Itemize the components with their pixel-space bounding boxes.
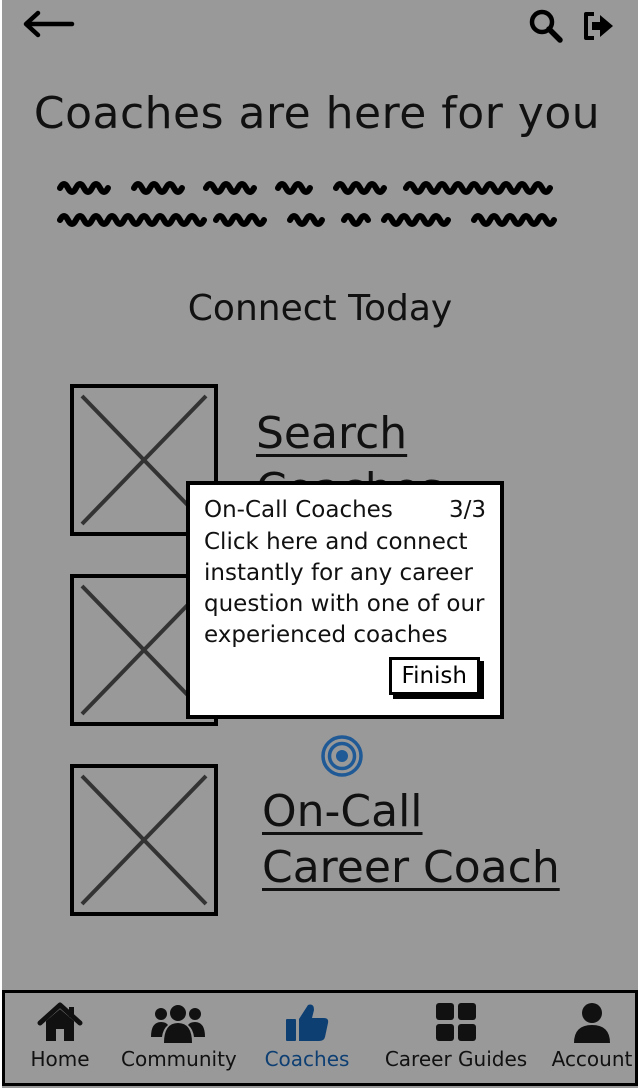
home-icon [37, 1002, 83, 1041]
nav-item-community[interactable]: Community [121, 1001, 237, 1071]
bottom-navigation: Home Community Coaches Career Guides Acc… [2, 990, 638, 1086]
nav-label-coaches: Coaches [264, 1047, 350, 1071]
user-icon [574, 1003, 610, 1043]
target-icon[interactable] [320, 734, 364, 778]
section-title: Connect Today [187, 288, 453, 329]
on-call-link-line-2: Career Coach [262, 842, 560, 893]
back-arrow-icon[interactable] [22, 8, 76, 40]
users-icon [151, 1005, 205, 1043]
nav-label-career-guides: Career Guides [384, 1047, 528, 1071]
onboarding-tooltip: On-Call Coaches 3/3 Click here and conne… [186, 481, 504, 719]
nav-item-account[interactable]: Account [549, 1001, 635, 1071]
page-title: Coaches are here for you [33, 88, 601, 139]
nav-label-community: Community [121, 1047, 237, 1071]
search-icon[interactable] [528, 8, 564, 44]
on-call-coach-image-placeholder [70, 764, 218, 916]
nav-label-home: Home [30, 1047, 90, 1071]
tooltip-title: On-Call Coaches [204, 497, 393, 523]
tooltip-step-counter: 3/3 [448, 497, 486, 523]
nav-item-coaches[interactable]: Coaches [261, 1001, 353, 1071]
nav-item-career-guides[interactable]: Career Guides [381, 1001, 531, 1071]
nav-item-home[interactable]: Home [27, 1001, 93, 1071]
app-screen: Coaches are here for you Connect Today S… [2, 0, 638, 1088]
on-call-link-line-1: On-Call [262, 786, 423, 837]
tooltip-body: Click here and connect instantly for any… [204, 529, 485, 648]
thumbs-up-icon [286, 1004, 329, 1041]
placeholder-scribble-text [54, 172, 564, 236]
sign-out-icon[interactable] [582, 10, 616, 42]
finish-button[interactable]: Finish [388, 657, 480, 695]
grid-icon [436, 1003, 476, 1041]
nav-label-account: Account [551, 1047, 633, 1071]
tooltip-header: On-Call Coaches 3/3 [204, 495, 486, 525]
on-call-career-coach-link[interactable]: On-Call Career Coach [262, 784, 592, 896]
